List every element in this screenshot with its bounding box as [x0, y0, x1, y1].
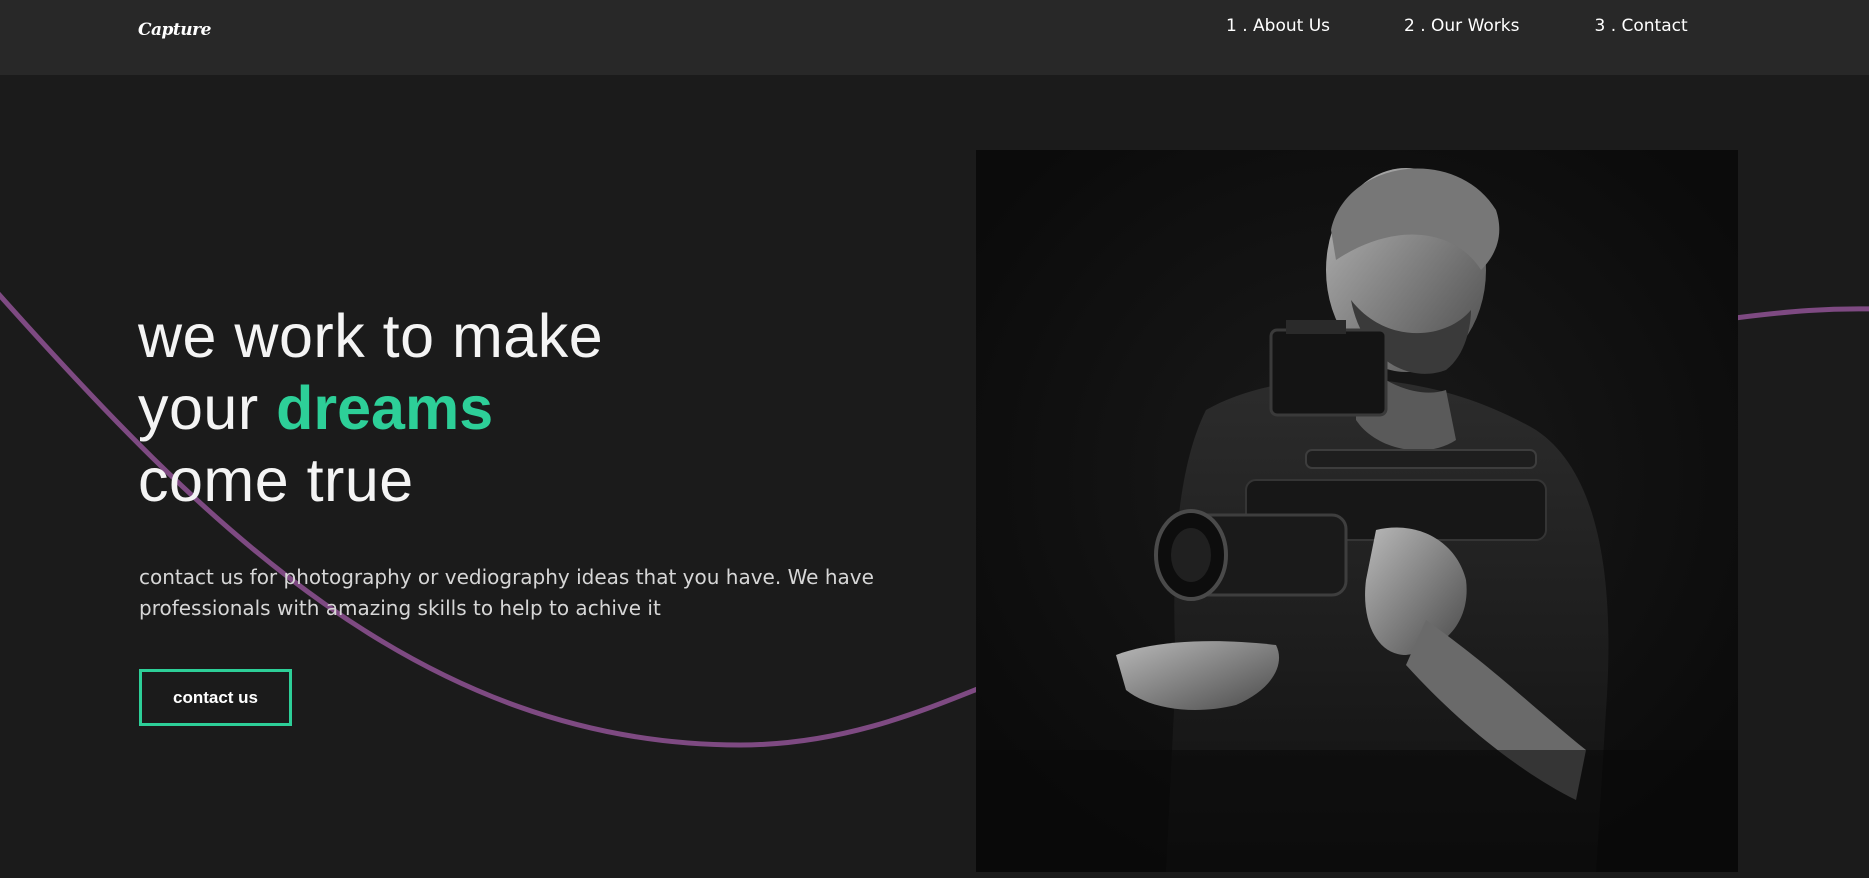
videographer-photo-icon	[976, 150, 1738, 872]
logo[interactable]: Capture	[138, 20, 211, 40]
nav-links: 1 . About Us 2 . Our Works 3 . Contact	[1226, 16, 1688, 36]
contact-us-button[interactable]: contact us	[139, 669, 292, 726]
nav-link-our-works[interactable]: 2 . Our Works	[1404, 16, 1519, 36]
top-nav: Capture 1 . About Us 2 . Our Works 3 . C…	[0, 0, 1869, 75]
hero-title-line-1: we work to make	[138, 302, 604, 370]
nav-link-contact[interactable]: 3 . Contact	[1594, 16, 1687, 36]
hero-title-accent: dreams	[276, 374, 494, 442]
hero-title-line-3: come true	[138, 446, 414, 514]
nav-link-about-us[interactable]: 1 . About Us	[1226, 16, 1330, 36]
hero-title: we work to make your dreams come true	[138, 300, 603, 516]
hero-title-prefix: your	[138, 374, 277, 442]
hero-title-line-2: your dreams	[138, 372, 603, 444]
hero-photo	[976, 150, 1738, 872]
hero-description: contact us for photography or vediograph…	[139, 565, 874, 620]
